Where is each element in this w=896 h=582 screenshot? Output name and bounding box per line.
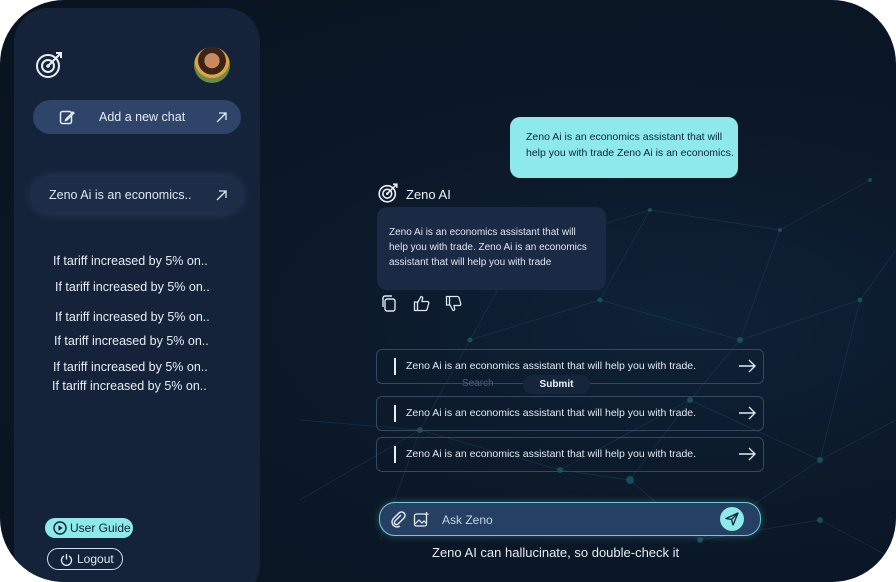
send-icon xyxy=(725,512,739,526)
paperclip-icon[interactable] xyxy=(390,511,407,528)
arrow-right-icon xyxy=(739,359,756,373)
bot-header: Zeno AI xyxy=(377,182,497,206)
active-chat-label: Zeno Ai is an economics.. xyxy=(49,188,192,202)
user-message-bubble: Zeno Ai is an economics assistant that w… xyxy=(510,117,738,178)
history-item[interactable]: If tariff increased by 5% on.. xyxy=(52,379,207,393)
suggestion-item[interactable]: Zeno Ai is an economics assistant that w… xyxy=(376,437,764,472)
suggestion-bar xyxy=(394,358,396,375)
arrow-right-icon xyxy=(739,447,756,461)
disclaimer-text: Zeno AI can hallucinate, so double-check… xyxy=(432,545,680,560)
logout-label: Logout xyxy=(77,552,114,566)
bot-name: Zeno AI xyxy=(406,187,451,202)
add-new-chat-button[interactable]: Add a new chat xyxy=(33,100,241,134)
suggestion-item[interactable]: Zeno Ai is an economics assistant that w… xyxy=(376,396,764,431)
message-composer xyxy=(379,502,761,536)
image-upload-icon[interactable] xyxy=(413,511,430,528)
user-message-text: Zeno Ai is an economics assistant that w… xyxy=(526,131,734,159)
power-icon xyxy=(60,553,73,566)
submit-tooltip[interactable]: Submit xyxy=(523,375,590,394)
arrow-up-right-icon xyxy=(216,190,227,201)
sidebar xyxy=(14,8,260,582)
copy-icon[interactable] xyxy=(381,295,398,312)
history-item[interactable]: If tariff increased by 5% on.. xyxy=(55,280,210,294)
active-chat-item[interactable]: Zeno Ai is an economics.. xyxy=(32,177,242,213)
history-item[interactable]: If tariff increased by 5% on.. xyxy=(53,360,208,374)
history-item[interactable]: If tariff increased by 5% on.. xyxy=(53,254,208,268)
play-circle-icon xyxy=(53,521,67,535)
zeno-logo-icon xyxy=(36,52,62,78)
history-item[interactable]: If tariff increased by 5% on.. xyxy=(55,310,210,324)
app-window: Add a new chat Zeno Ai is an economics..… xyxy=(0,0,896,582)
send-button[interactable] xyxy=(720,507,744,531)
arrow-right-icon xyxy=(739,406,756,420)
user-avatar[interactable] xyxy=(194,47,230,83)
bot-message-bubble: Zeno Ai is an economics assistant that w… xyxy=(377,207,606,290)
thumbs-up-icon[interactable] xyxy=(413,295,430,312)
suggestion-bar xyxy=(394,405,396,422)
logout-button[interactable]: Logout xyxy=(47,548,123,570)
suggestion-bar xyxy=(394,446,396,463)
edit-icon xyxy=(59,110,75,125)
ghost-search-text: Search xyxy=(462,378,494,389)
zeno-logo-icon xyxy=(378,183,398,203)
bot-message-text: Zeno Ai is an economics assistant that w… xyxy=(389,227,587,268)
user-guide-button[interactable]: User Guide xyxy=(45,518,133,538)
suggestion-text: Zeno Ai is an economics assistant that w… xyxy=(406,407,697,419)
suggestion-text: Zeno Ai is an economics assistant that w… xyxy=(406,448,697,460)
add-new-chat-label: Add a new chat xyxy=(99,110,186,124)
history-item[interactable]: If tariff increased by 5% on.. xyxy=(54,334,209,348)
suggestion-text: Zeno Ai is an economics assistant that w… xyxy=(406,360,697,372)
ask-zeno-input[interactable] xyxy=(440,509,704,531)
user-guide-label: User Guide xyxy=(70,521,131,535)
thumbs-down-icon[interactable] xyxy=(445,295,462,312)
arrow-up-right-icon xyxy=(216,112,227,123)
